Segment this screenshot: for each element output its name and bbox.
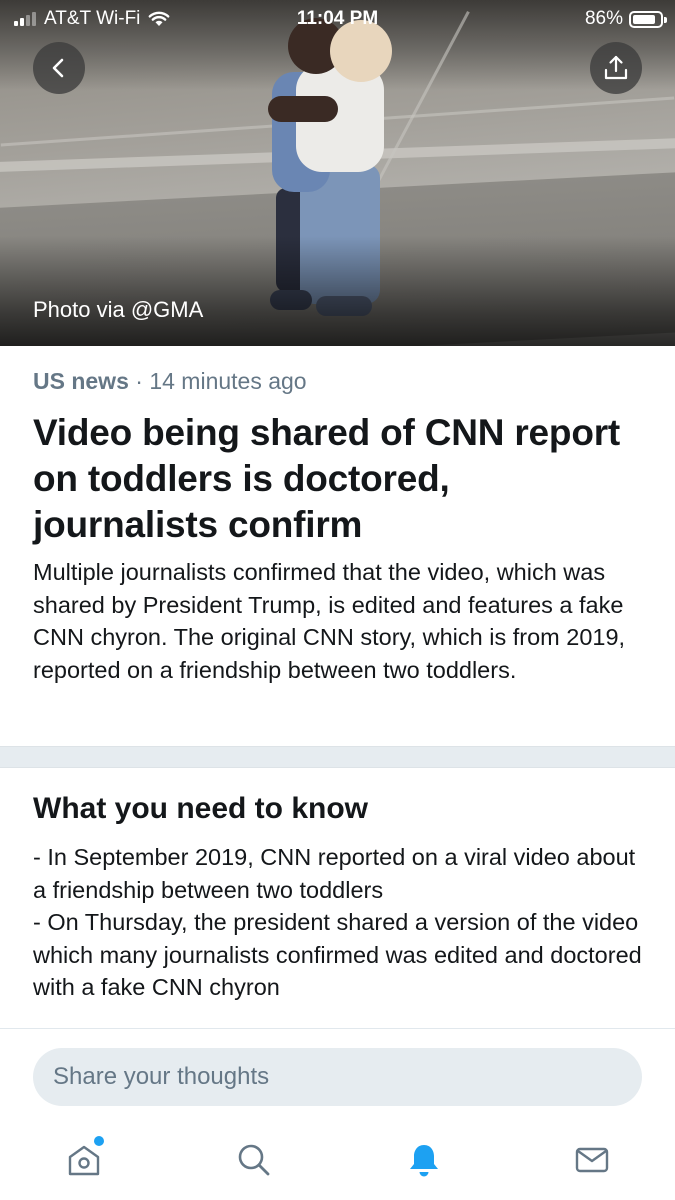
timestamp: 14 minutes ago [149,368,307,394]
battery-icon [629,10,667,28]
status-bar: AT&T Wi-Fi 11:04 PM 86% [0,0,675,36]
section-divider [0,746,675,768]
article-meta: US news · 14 minutes ago [33,368,307,395]
share-thoughts-input[interactable] [33,1048,642,1106]
mail-icon [575,1147,609,1173]
photo-credit: Photo via @GMA [33,297,204,322]
share-upload-icon [604,55,628,80]
article-summary: Multiple journalists confirmed that the … [33,559,626,683]
bell-icon [410,1145,438,1177]
chevron-left-icon [52,58,64,78]
category-label: US news [33,368,129,394]
key-points: - In September 2019, CNN reported on a v… [33,841,648,1004]
share-thoughts-field[interactable] [33,1048,642,1106]
article-headline: Video being shared of CNN report on todd… [33,412,621,545]
battery-percent: 86% [584,8,623,29]
notification-dot [94,1136,104,1146]
tab-notifications[interactable] [400,1136,448,1184]
tab-bar [0,1128,675,1192]
tab-search[interactable] [230,1136,278,1184]
home-icon [68,1145,100,1176]
battery-status: 86% [584,8,667,30]
tab-messages[interactable] [568,1136,616,1184]
search-icon [238,1144,270,1176]
tab-home[interactable] [60,1136,108,1184]
list-item: - In September 2019, CNN reported on a v… [33,844,636,903]
list-item: - On Thursday, the president shared a ve… [33,909,642,1000]
clock: 11:04 PM [296,8,379,29]
section-title: What you need to know [33,792,368,825]
share-button[interactable] [590,42,642,94]
back-button[interactable] [33,42,85,94]
article-page: AT&T Wi-Fi 11:04 PM 86% Photo via @GMA U… [0,0,675,1200]
hero-photo [0,0,675,346]
meta-separator: · [128,368,150,394]
